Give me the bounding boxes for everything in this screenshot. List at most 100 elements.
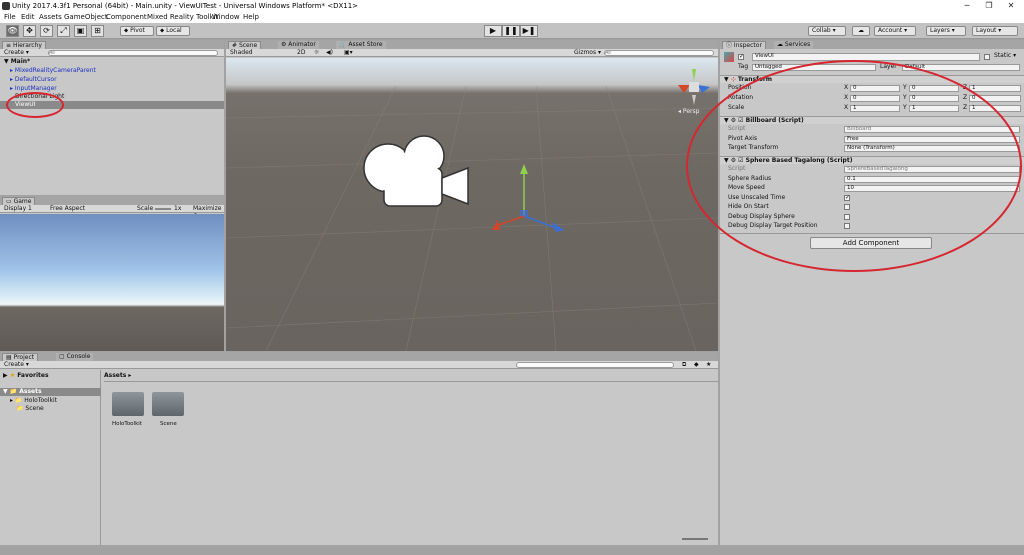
- pivot-toggle[interactable]: ⬥ Pivot: [120, 26, 154, 36]
- play-button[interactable]: ▶: [484, 25, 502, 37]
- inspector-tab-label: Inspector: [733, 42, 762, 49]
- annotation-circle: [686, 60, 1022, 272]
- mode-2d-toggle[interactable]: 2D: [297, 49, 305, 57]
- gameobject-icon: [724, 52, 734, 62]
- account-button[interactable]: Account ▾: [874, 26, 916, 36]
- aspect-select[interactable]: Free Aspect: [50, 205, 85, 213]
- collab-button[interactable]: Collab ▾: [808, 26, 846, 36]
- scale-tool-icon[interactable]: ⤢: [57, 25, 70, 37]
- inspector-tabbar: ⓘ Inspector ☁ Services: [720, 40, 1024, 49]
- favorites-label: Favorites: [17, 372, 49, 379]
- step-button[interactable]: ▶❚: [520, 25, 538, 37]
- hierarchy-item[interactable]: ▸ DefaultCursor: [10, 76, 57, 84]
- menu-bar: File Edit Assets GameObject Component Mi…: [0, 12, 1024, 23]
- transform-tool-icon[interactable]: ⊞: [91, 25, 104, 37]
- tag-label: Tag: [738, 63, 749, 70]
- scene-grid: [226, 85, 718, 351]
- project-tab-label: Project: [13, 354, 35, 361]
- local-toggle[interactable]: ⬥ Local: [156, 26, 190, 36]
- layout-button[interactable]: Layout ▾: [972, 26, 1018, 36]
- animator-tab-label: Animator: [288, 41, 316, 48]
- project-tree-item[interactable]: ▸ 📁 HoloToolkit: [10, 397, 57, 405]
- close-button[interactable]: ✕: [1000, 0, 1022, 12]
- tab-inspector[interactable]: ⓘ Inspector: [722, 41, 766, 49]
- gizmos-button[interactable]: Gizmos ▾: [574, 49, 601, 57]
- scene-tabbar: # Scene ⚙ Animator 🛒 Asset Store: [226, 40, 718, 49]
- tab-asset-store[interactable]: 🛒 Asset Store: [336, 41, 386, 49]
- hierarchy-scene-label: Main*: [10, 58, 31, 65]
- window-titlebar: Unity 2017.4.3f1 Personal (64bit) - Main…: [0, 0, 1024, 12]
- favorites-row[interactable]: ▶ ★ Favorites: [3, 372, 49, 380]
- position-z-field[interactable]: 1: [969, 85, 1021, 92]
- rect-tool-icon[interactable]: ▣: [74, 25, 87, 37]
- project-search-input[interactable]: [516, 362, 674, 368]
- hierarchy-item-label: MixedRealityCameraParent: [14, 67, 96, 74]
- project-create-button[interactable]: Create ▾: [4, 361, 29, 369]
- audio-toggle-icon[interactable]: ◀): [326, 49, 333, 57]
- annotation-circle: [6, 92, 64, 118]
- pause-button[interactable]: ❚❚: [502, 25, 520, 37]
- icon-size-slider[interactable]: [682, 538, 708, 540]
- menu-window[interactable]: Window: [212, 12, 240, 23]
- static-dropdown[interactable]: Static ▾: [994, 52, 1016, 60]
- orientation-gizmo-icon[interactable]: [672, 65, 716, 109]
- local-label: Local: [166, 27, 182, 34]
- camera-gizmo-icon[interactable]: [362, 130, 472, 210]
- active-checkbox[interactable]: ✓: [738, 54, 744, 60]
- minimize-button[interactable]: ─: [956, 0, 978, 12]
- scale-slider[interactable]: [155, 208, 171, 210]
- layers-button[interactable]: Layers ▾: [926, 26, 966, 36]
- assets-root-row[interactable]: ▼ 📁 Assets: [0, 388, 101, 396]
- hierarchy-create-button[interactable]: Create ▾: [4, 49, 29, 57]
- tab-scene[interactable]: # Scene: [228, 41, 262, 49]
- tab-animator[interactable]: ⚙ Animator: [278, 41, 319, 49]
- project-tree-item[interactable]: 📁 Scene: [16, 405, 44, 413]
- tab-project[interactable]: ▤ Project: [2, 353, 39, 361]
- scene-panel: # Scene ⚙ Animator 🛒 Asset Store Shaded …: [226, 40, 718, 351]
- search-by-type-icon[interactable]: ⧉: [682, 361, 686, 369]
- scene-search-input[interactable]: [604, 50, 714, 56]
- hierarchy-item-label: InputManager: [14, 85, 57, 92]
- effects-toggle-icon[interactable]: ▣▾: [344, 49, 353, 57]
- game-tab-label: Game: [13, 198, 32, 205]
- cloud-icon[interactable]: ☁: [852, 26, 870, 36]
- tree-item-label: Scene: [25, 405, 44, 412]
- hand-tool-icon[interactable]: 👁: [6, 25, 19, 37]
- folder-icon[interactable]: [112, 392, 144, 416]
- persp-label[interactable]: ◂ Persp: [678, 108, 699, 116]
- favorite-star-icon[interactable]: ★: [706, 361, 711, 369]
- hierarchy-item-label: DefaultCursor: [14, 76, 57, 83]
- unity-logo-icon: [2, 2, 10, 10]
- menu-help[interactable]: Help: [243, 12, 259, 23]
- move-tool-icon[interactable]: ✥: [23, 25, 36, 37]
- rotate-tool-icon[interactable]: ⟳: [40, 25, 53, 37]
- maximize-button[interactable]: ❐: [978, 0, 1000, 12]
- tab-hierarchy[interactable]: ≡ Hierarchy: [2, 41, 46, 49]
- menu-mixed-reality-toolkit[interactable]: Mixed Reality Toolkit: [147, 12, 218, 23]
- menu-assets[interactable]: Assets: [39, 12, 62, 23]
- menu-gameobject[interactable]: GameObject: [64, 12, 108, 23]
- divider: [104, 381, 718, 382]
- menu-file[interactable]: File: [4, 12, 16, 23]
- game-view[interactable]: [0, 214, 224, 351]
- hierarchy-panel: ≡ Hierarchy Create ▾ ▼ Main* ▸ MixedReal…: [0, 40, 224, 195]
- menu-edit[interactable]: Edit: [21, 12, 35, 23]
- menu-component[interactable]: Component: [106, 12, 147, 23]
- folder-icon[interactable]: [152, 392, 184, 416]
- scale-value: 1x: [174, 205, 182, 212]
- tab-console[interactable]: ▢ Console: [56, 353, 94, 361]
- hierarchy-item[interactable]: ▸ MixedRealityCameraParent: [10, 67, 96, 75]
- tab-services[interactable]: ☁ Services: [774, 41, 814, 49]
- search-by-label-icon[interactable]: ◆: [694, 361, 699, 369]
- shading-mode-select[interactable]: Shaded: [230, 49, 253, 57]
- lighting-toggle-icon[interactable]: ☼: [314, 49, 319, 57]
- tab-game[interactable]: ▭ Game: [2, 197, 36, 205]
- hierarchy-search-input[interactable]: [48, 50, 218, 56]
- hierarchy-scene-row[interactable]: ▼ Main*: [4, 58, 30, 66]
- move-gizmo[interactable]: [484, 160, 564, 240]
- project-breadcrumb[interactable]: Assets ▸: [104, 372, 131, 380]
- static-checkbox[interactable]: [984, 54, 990, 60]
- hierarchy-tab-label: Hierarchy: [12, 42, 42, 49]
- display-select[interactable]: Display 1: [4, 205, 32, 213]
- game-tabbar: ▭ Game: [0, 196, 224, 205]
